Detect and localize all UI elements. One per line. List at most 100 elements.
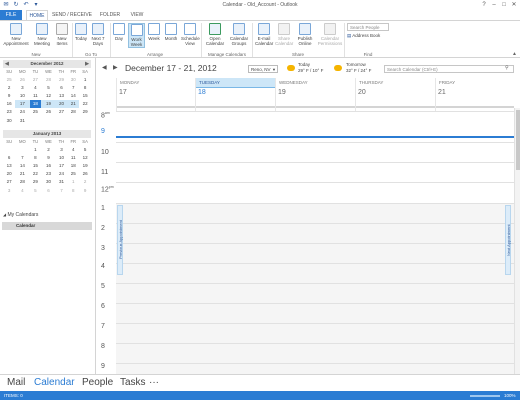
mini-calendar-day[interactable]: 5 <box>41 83 55 91</box>
tab-home[interactable]: HOME <box>26 10 48 20</box>
mini-calendar-day[interactable]: 19 <box>41 99 56 108</box>
location-dropdown[interactable]: Reno, NV ▼ <box>248 65 278 73</box>
mini-calendar-day[interactable]: 14 <box>15 161 29 169</box>
back-arrow-icon[interactable]: ◀ <box>102 64 107 71</box>
email-calendar-button[interactable]: E-mail Calendar <box>255 23 273 46</box>
new-appointment-button[interactable]: New Appointment <box>1 23 31 46</box>
mini-calendar-day[interactable]: 21 <box>67 99 80 108</box>
calendar-groups-button[interactable]: Calendar Groups <box>228 23 250 46</box>
mini-calendar-day[interactable]: 28 <box>67 108 79 116</box>
vertical-scrollbar[interactable] <box>514 108 520 374</box>
nav-people[interactable]: People <box>82 377 113 388</box>
mini-calendar-day[interactable]: 29 <box>56 75 68 83</box>
mini-calendar-day[interactable]: 6 <box>41 186 55 194</box>
mini-calendar-day[interactable]: 18 <box>67 161 79 169</box>
mini-calendar-day[interactable]: 30 <box>3 116 15 124</box>
zoom-slider[interactable] <box>470 395 500 397</box>
mini-calendar-day[interactable]: 17 <box>15 99 30 108</box>
search-people-input[interactable]: Search People <box>347 23 389 31</box>
tab-file[interactable]: FILE <box>0 10 22 20</box>
mini-calendar-day[interactable]: 21 <box>15 170 29 178</box>
mini-calendar-day[interactable]: 26 <box>15 75 29 83</box>
mini-calendar-day[interactable]: 15 <box>79 91 91 99</box>
mini-calendar-day[interactable]: 27 <box>56 108 68 116</box>
mini-calendar-day[interactable]: 9 <box>79 186 91 194</box>
mini-calendar-day[interactable]: 30 <box>41 178 55 186</box>
tab-send-receive[interactable]: SEND / RECEIVE <box>52 10 92 20</box>
day-header-wednesday[interactable]: WEDNESDAY <box>275 78 355 88</box>
mini-calendar-day[interactable]: 8 <box>30 153 42 161</box>
mini-calendar-day[interactable]: 23 <box>41 170 55 178</box>
mini-calendar-day[interactable]: 20 <box>55 99 68 108</box>
mini-calendar-day[interactable]: 1 <box>67 178 79 186</box>
mini-calendar-day[interactable]: 12 <box>41 91 55 99</box>
mini-calendar-day[interactable]: 22 <box>79 100 91 108</box>
mini-calendar-day[interactable]: 22 <box>30 170 42 178</box>
mini-calendar-day[interactable]: 14 <box>67 91 79 99</box>
share-calendar-button[interactable]: Share Calendar <box>275 23 293 46</box>
mini-calendar-day[interactable]: 8 <box>79 83 91 91</box>
nav-calendar[interactable]: Calendar <box>34 377 75 388</box>
scrollbar-thumb[interactable] <box>516 110 520 170</box>
open-calendar-button[interactable]: Open Calendar <box>204 23 226 46</box>
tab-view[interactable]: VIEW <box>126 10 148 20</box>
schedule-view-button[interactable]: Schedule View <box>181 23 200 46</box>
mini-calendar-day[interactable]: 3 <box>56 145 68 153</box>
mini-calendar-day[interactable]: 29 <box>79 108 91 116</box>
mini-calendar-day[interactable]: 28 <box>15 178 29 186</box>
next-month-icon[interactable]: ▶ <box>85 60 89 68</box>
mini-calendar-day[interactable]: 2 <box>41 145 55 153</box>
mini-calendar-day[interactable]: 5 <box>79 145 91 153</box>
week-view-button[interactable]: Week <box>147 23 161 41</box>
mini-calendar-day[interactable]: 12 <box>79 153 91 161</box>
work-week-view-button[interactable]: Work Week <box>128 23 145 48</box>
mini-calendar-day[interactable]: 24 <box>56 170 68 178</box>
calendar-folder-item[interactable]: Calendar <box>2 222 92 230</box>
my-calendars-group[interactable]: ◢ My Calendars <box>3 212 38 218</box>
mini-calendar-day[interactable]: 1 <box>79 75 91 83</box>
mini-calendar-day[interactable]: 16 <box>41 161 55 169</box>
mini-calendar-day[interactable]: 28 <box>41 75 55 83</box>
mini-calendar-day[interactable]: 26 <box>79 170 91 178</box>
mini-calendar-day[interactable]: 3 <box>15 83 29 91</box>
search-calendar-input[interactable]: Search Calendar (Ctrl+E) <box>384 65 514 73</box>
nav-mail[interactable]: Mail <box>7 377 25 388</box>
mini-calendar-day[interactable]: 20 <box>3 170 15 178</box>
mini-calendar-day[interactable]: 1 <box>30 145 42 153</box>
mini-calendar-day[interactable]: 3 <box>3 186 15 194</box>
address-book-button[interactable]: ▤ Address Book <box>347 33 380 39</box>
day-header-friday[interactable]: FRIDAY <box>435 78 514 88</box>
tab-folder[interactable]: FOLDER <box>96 10 124 20</box>
mini-calendar-day[interactable]: 7 <box>15 153 29 161</box>
collapse-ribbon-icon[interactable]: ▲ <box>512 51 517 57</box>
mini-calendar-day[interactable]: 25 <box>67 170 79 178</box>
mini-calendar-day[interactable]: 5 <box>30 186 42 194</box>
next-7-days-button[interactable]: Next 7 Days <box>90 23 106 46</box>
mini-calendar-day[interactable]: 6 <box>3 153 15 161</box>
mini-calendar-day[interactable]: 10 <box>56 153 68 161</box>
mini-calendar-day[interactable]: 30 <box>67 75 79 83</box>
previous-month-icon[interactable]: ◀ <box>5 60 9 68</box>
mini-calendar-day[interactable]: 4 <box>67 145 79 153</box>
mini-calendar-day[interactable]: 17 <box>56 161 68 169</box>
mini-calendar-day[interactable]: 31 <box>56 178 68 186</box>
mini-calendar-day[interactable]: 4 <box>15 186 29 194</box>
mini-calendar-day[interactable]: 27 <box>3 178 15 186</box>
mini-calendar-day[interactable]: 24 <box>15 108 29 116</box>
mini-calendar-day[interactable]: 9 <box>3 91 15 99</box>
mini-calendar-day[interactable]: 8 <box>67 186 79 194</box>
close-icon[interactable]: ✕ <box>508 0 520 10</box>
mini-calendar-day[interactable]: 16 <box>3 100 15 108</box>
mini-calendar-day[interactable]: 15 <box>30 161 42 169</box>
nav-tasks[interactable]: Tasks <box>120 377 146 388</box>
mini-calendar-day[interactable]: 13 <box>56 91 68 99</box>
mini-calendar-day[interactable]: 31 <box>15 116 29 124</box>
mini-calendar-day[interactable]: 23 <box>3 108 15 116</box>
day-header-thursday[interactable]: THURSDAY <box>355 78 435 88</box>
working-hours-area[interactable] <box>116 111 514 203</box>
today-button[interactable]: Today <box>74 23 88 41</box>
mini-calendar-day[interactable]: 10 <box>15 91 29 99</box>
day-view-button[interactable]: Day <box>112 23 126 41</box>
mini-calendar-day[interactable]: 19 <box>79 161 91 169</box>
mini-calendar-day[interactable]: 26 <box>41 108 55 116</box>
